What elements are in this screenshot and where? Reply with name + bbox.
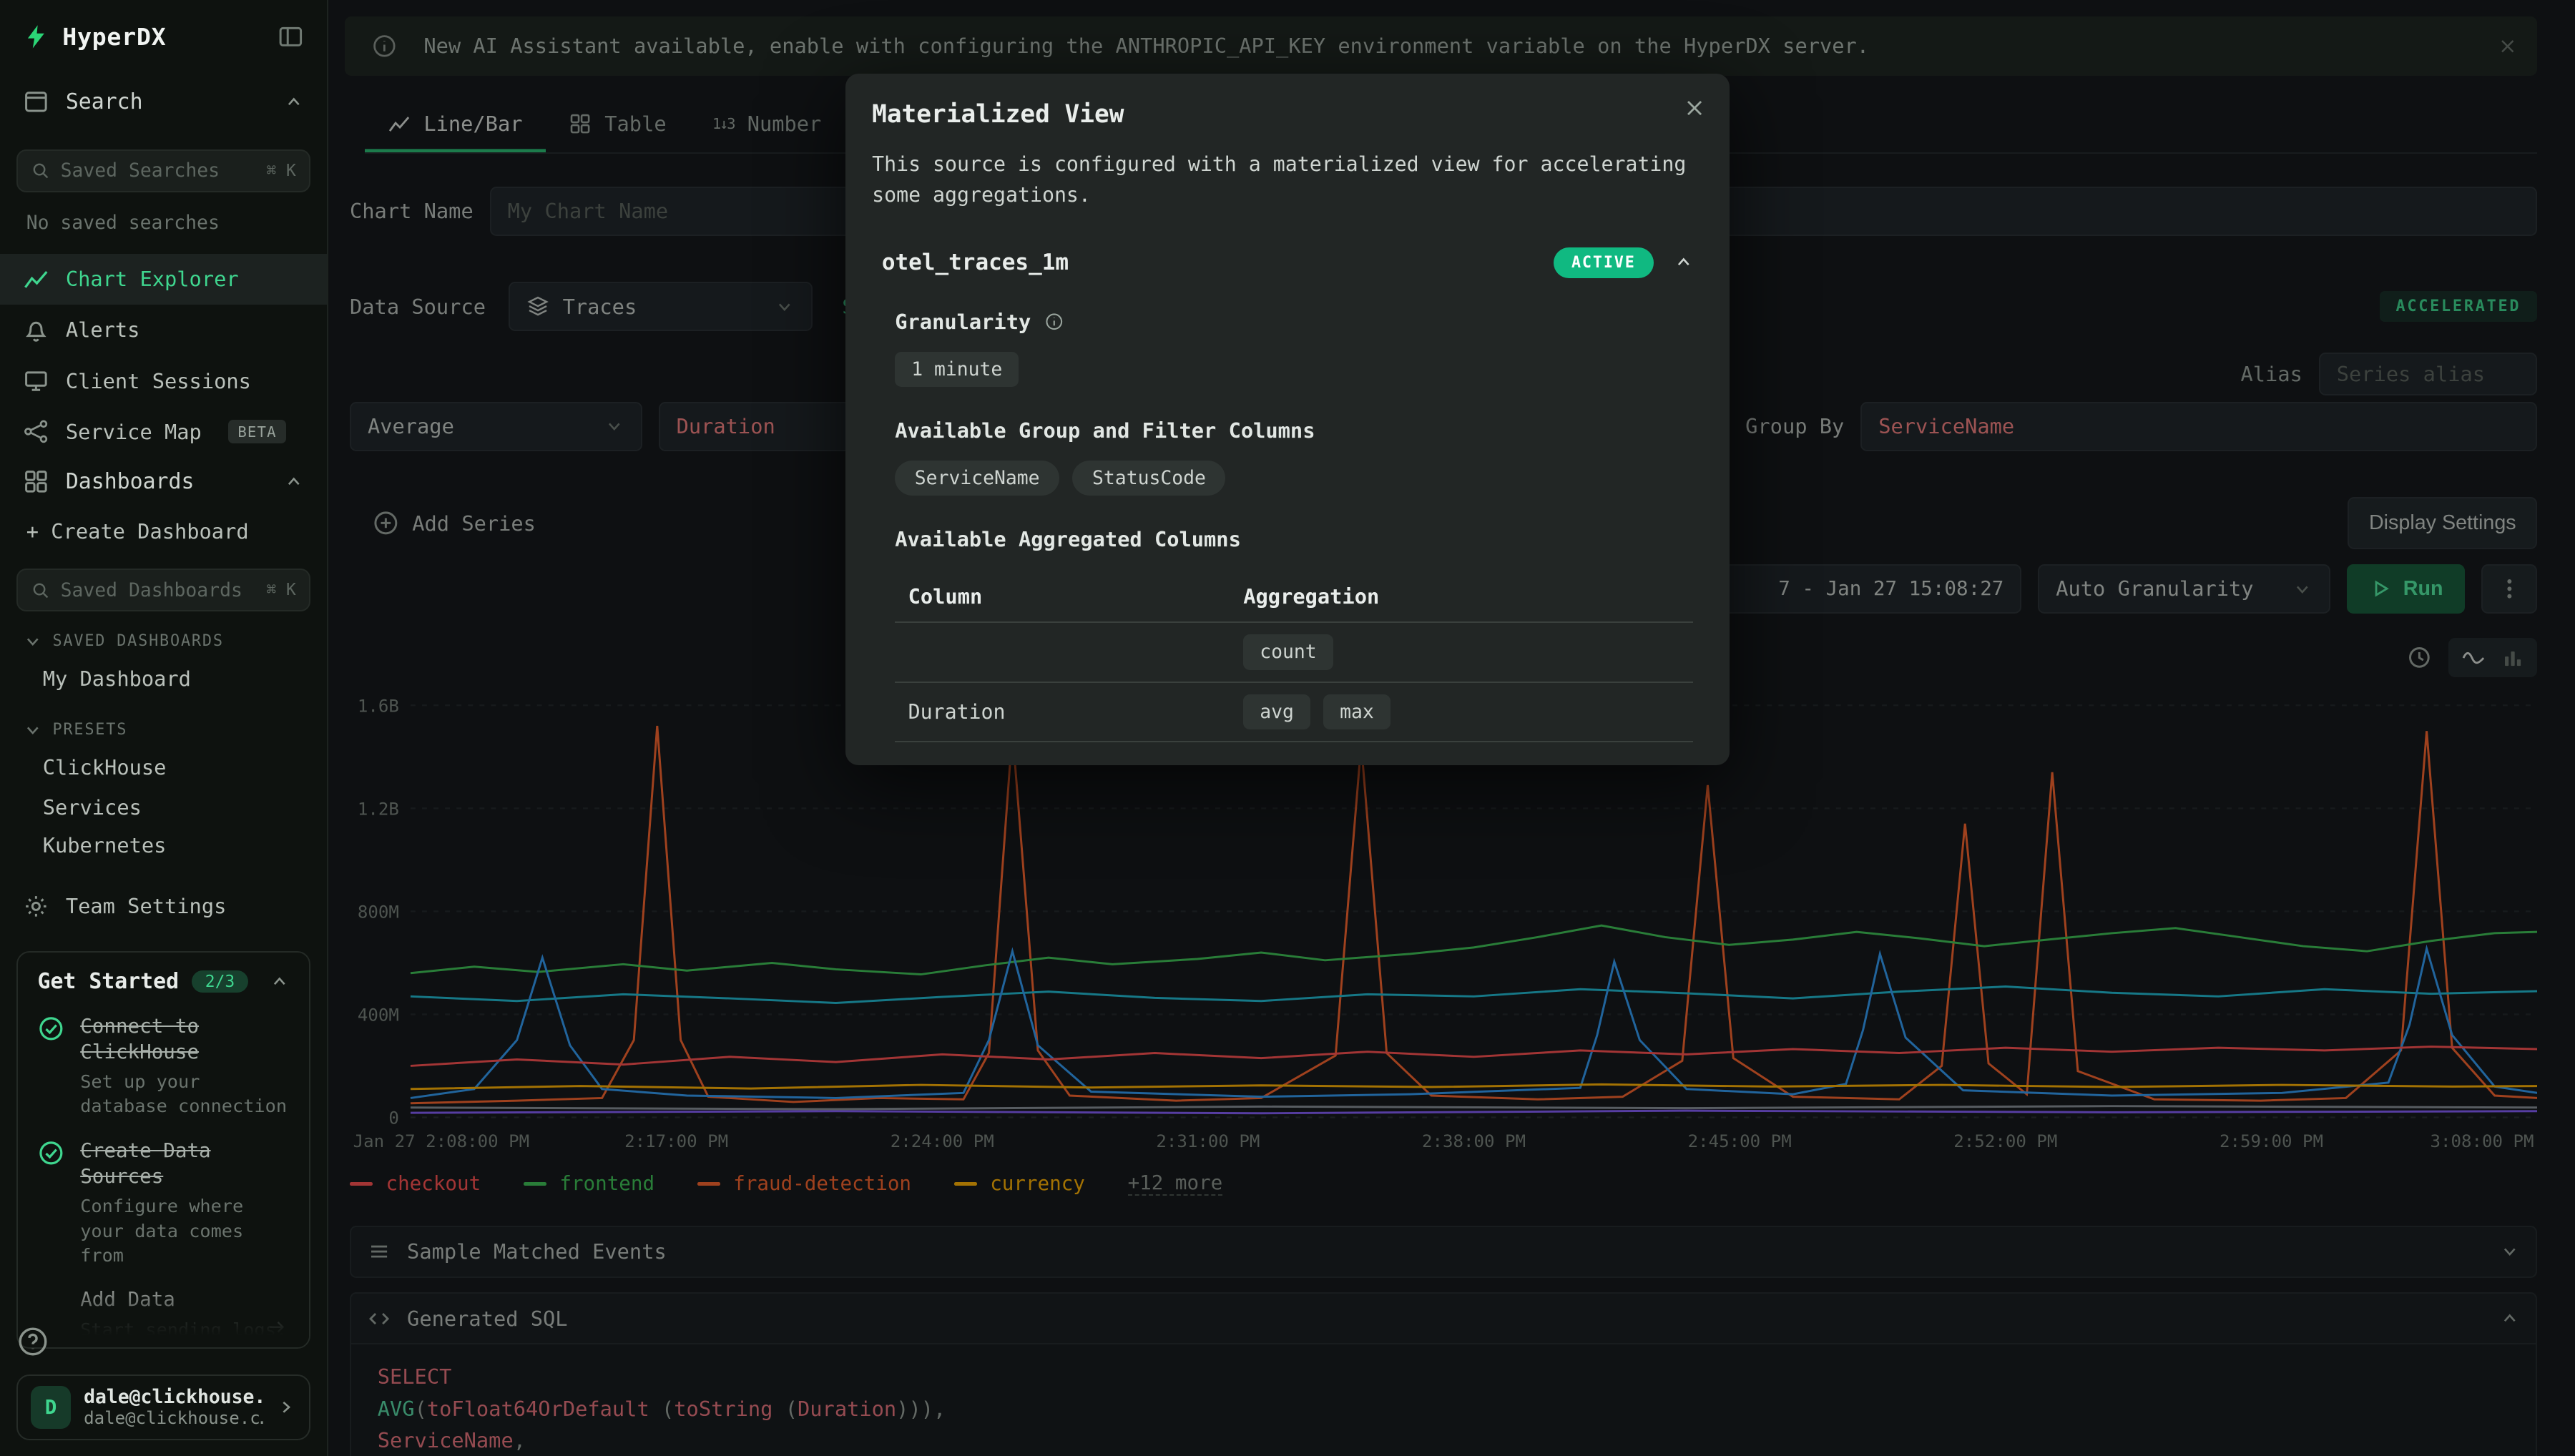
aggregation-header: Aggregation bbox=[1230, 571, 1693, 623]
get-started-item-add-data[interactable]: Add Data Start sending logs, metrics, or bbox=[38, 1287, 290, 1349]
get-started-card: Get Started 2/3 Connect to ClickHouse Se… bbox=[16, 951, 310, 1349]
active-status-badge: ACTIVE bbox=[1554, 247, 1654, 278]
saved-dashboards-box[interactable]: ⌘ K bbox=[16, 569, 310, 611]
search-icon bbox=[31, 161, 51, 181]
source-row[interactable]: otel_traces_1m ACTIVE bbox=[872, 247, 1703, 278]
chevron-up-icon[interactable] bbox=[270, 972, 290, 992]
saved-searches-box[interactable]: ⌘ K bbox=[16, 149, 310, 192]
check-circle-icon bbox=[38, 1140, 64, 1166]
filter-columns-chips: ServiceName StatusCode bbox=[895, 461, 1693, 496]
user-menu[interactable]: D dale@clickhouse.… dale@clickhouse.c… bbox=[16, 1374, 310, 1440]
chevron-up-icon[interactable] bbox=[284, 472, 304, 492]
chevron-down-icon bbox=[23, 720, 43, 740]
app-title: HyperDX bbox=[62, 23, 166, 51]
nodes-icon bbox=[23, 418, 49, 445]
get-started-item-connect[interactable]: Connect to ClickHouse Set up your databa… bbox=[38, 1014, 290, 1119]
dashboards-grid-icon bbox=[23, 468, 49, 495]
modal-close-icon[interactable] bbox=[1683, 97, 1706, 119]
sidebar-nav: Chart Explorer Alerts Client Sessions Se… bbox=[0, 254, 327, 932]
get-started-title: Get Started bbox=[38, 969, 180, 994]
check-circle-icon bbox=[38, 1015, 64, 1042]
shortcut-hint: ⌘ K bbox=[266, 581, 295, 599]
search-section-label: Search bbox=[66, 89, 143, 114]
get-started-item-sources[interactable]: Create Data Sources Configure where your… bbox=[38, 1138, 290, 1268]
gear-icon bbox=[23, 893, 49, 920]
collapse-sidebar-icon[interactable] bbox=[278, 24, 304, 50]
saved-dashboards-header[interactable]: SAVED DASHBOARDS bbox=[0, 611, 327, 651]
sidebar-item-preset-clickhouse[interactable]: ClickHouse bbox=[0, 746, 327, 789]
hyperdx-logo-icon bbox=[23, 24, 49, 50]
chart-icon bbox=[23, 266, 49, 292]
sidebar-item-preset-services[interactable]: Services bbox=[0, 789, 327, 827]
aggregated-columns-label: Available Aggregated Columns bbox=[895, 527, 1693, 551]
sidebar-item-service-map[interactable]: Service Map BETA bbox=[0, 406, 327, 457]
create-dashboard-button[interactable]: + Create Dashboard bbox=[0, 506, 327, 556]
get-started-progress-badge: 2/3 bbox=[192, 970, 247, 993]
sidebar-section-search[interactable]: Search bbox=[0, 77, 327, 127]
avatar: D bbox=[31, 1386, 70, 1429]
sidebar: HyperDX Search ⌘ K No saved searches Cha… bbox=[0, 0, 328, 1456]
source-name: otel_traces_1m bbox=[882, 250, 1069, 275]
sidebar-item-preset-kubernetes[interactable]: Kubernetes bbox=[0, 827, 327, 865]
aggregation-chip: avg bbox=[1243, 694, 1310, 729]
user-name: dale@clickhouse.… bbox=[84, 1386, 263, 1408]
aggregated-columns-table-body: count Durationavgmax bbox=[895, 622, 1693, 742]
aggregation-chip: max bbox=[1323, 694, 1390, 729]
sidebar-section-dashboards[interactable]: Dashboards bbox=[0, 457, 327, 506]
modal-description: This source is configured with a materia… bbox=[872, 149, 1703, 212]
saved-searches-input[interactable] bbox=[61, 159, 257, 182]
bell-icon bbox=[23, 317, 49, 343]
user-email: dale@clickhouse.c… bbox=[84, 1408, 263, 1428]
presets-header[interactable]: PRESETS bbox=[0, 700, 327, 739]
modal-title: Materialized View bbox=[872, 100, 1703, 129]
help-button[interactable] bbox=[16, 1325, 49, 1358]
arrow-right-icon bbox=[267, 1317, 287, 1337]
chevron-up-icon[interactable] bbox=[284, 92, 304, 112]
column-header: Column bbox=[895, 571, 1230, 623]
filter-columns-label: Available Group and Filter Columns bbox=[895, 418, 1693, 443]
aggregated-columns-table: Column Aggregation count Durationavgmax bbox=[895, 571, 1693, 743]
monitor-icon bbox=[23, 368, 49, 394]
aggregated-column-row: Durationavgmax bbox=[895, 682, 1693, 742]
search-section-icon bbox=[23, 89, 49, 115]
source-detail: Granularity 1 minute Available Group and… bbox=[872, 310, 1703, 743]
aggregated-column-row: count bbox=[895, 622, 1693, 682]
sidebar-item-my-dashboard[interactable]: My Dashboard bbox=[0, 657, 327, 700]
filter-column-chip: ServiceName bbox=[895, 461, 1059, 496]
sidebar-item-chart-explorer[interactable]: Chart Explorer bbox=[0, 254, 327, 305]
materialized-view-modal: Materialized View This source is configu… bbox=[845, 74, 1729, 765]
beta-badge: BETA bbox=[228, 420, 287, 443]
logo-row: HyperDX bbox=[0, 0, 327, 64]
search-icon bbox=[31, 581, 51, 601]
chevron-right-icon bbox=[276, 1397, 296, 1417]
sidebar-item-team-settings[interactable]: Team Settings bbox=[0, 881, 327, 932]
no-saved-searches-note: No saved searches bbox=[0, 192, 327, 235]
info-icon bbox=[1044, 312, 1064, 332]
shortcut-hint: ⌘ K bbox=[266, 162, 295, 180]
sidebar-item-alerts[interactable]: Alerts bbox=[0, 305, 327, 355]
saved-dashboards-input[interactable] bbox=[61, 579, 257, 601]
granularity-label-row: Granularity bbox=[895, 310, 1693, 334]
hyperdx-app: HyperDX Search ⌘ K No saved searches Cha… bbox=[0, 0, 2575, 1456]
aggregation-chip: count bbox=[1243, 634, 1333, 669]
granularity-chip: 1 minute bbox=[895, 352, 1019, 387]
chevron-down-icon bbox=[23, 631, 43, 651]
chevron-up-icon[interactable] bbox=[1674, 252, 1694, 272]
filter-column-chip: StatusCode bbox=[1072, 461, 1225, 496]
sidebar-item-client-sessions[interactable]: Client Sessions bbox=[0, 355, 327, 406]
